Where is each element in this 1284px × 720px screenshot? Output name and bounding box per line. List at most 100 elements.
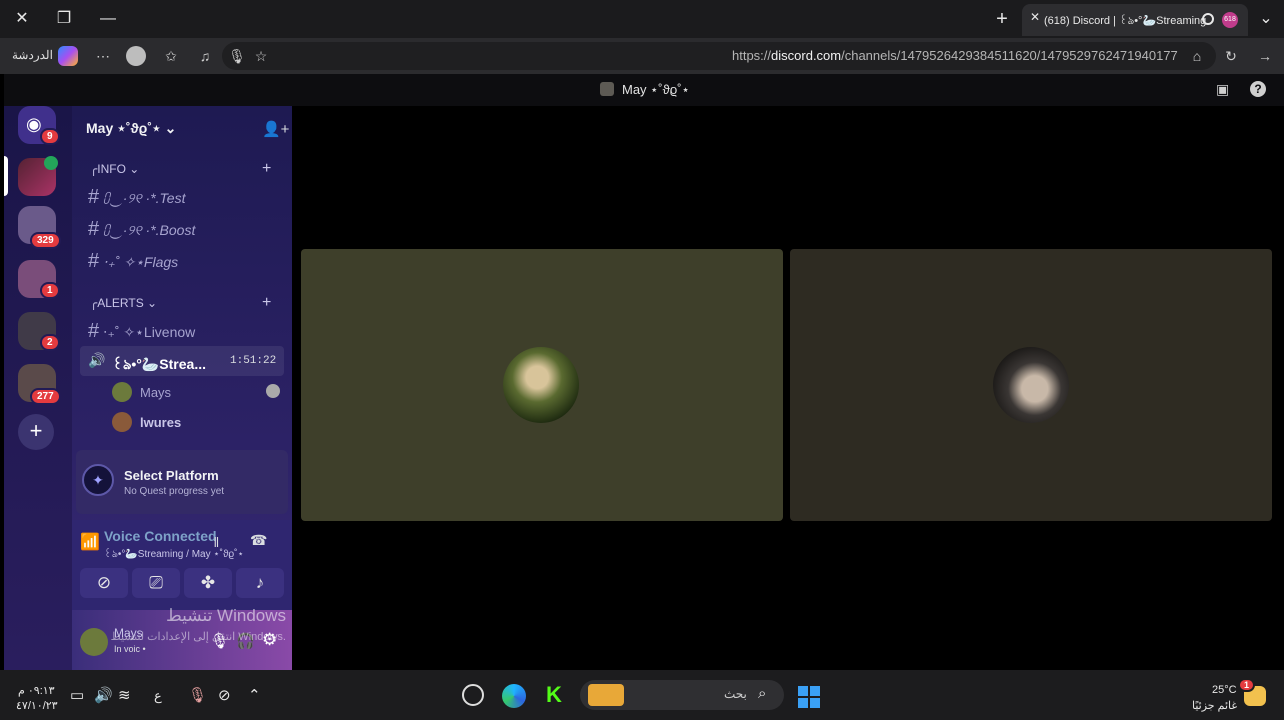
stream-status-icon <box>266 384 280 398</box>
server-folder-4[interactable]: 277 <box>18 364 61 405</box>
battery-icon[interactable]: ▭ <box>70 686 84 704</box>
search-icon: ⌕ <box>758 685 767 702</box>
server-folder-1[interactable]: 329 <box>18 206 61 249</box>
dm-badge: 9 <box>40 128 60 145</box>
chevron-down-icon[interactable]: ⌄ <box>1254 8 1278 30</box>
browser-address-bar: الدردشة ⋯ ✩ ♫ 🎙 ☆ https://discord.com/ch… <box>0 38 1284 74</box>
microphone-icon[interactable]: 🎙 <box>226 46 248 66</box>
copilot-label[interactable]: الدردشة <box>12 48 53 62</box>
taskbar-search[interactable]: بحث ⌕ <box>580 680 784 710</box>
selected-server-pill <box>4 156 8 196</box>
favorites-icon[interactable]: ✩ <box>160 46 182 66</box>
start-tile <box>798 686 808 696</box>
quest-panel[interactable]: ✦ Select Platform No Quest progress yet <box>76 450 288 514</box>
camera-off-icon[interactable]: ⊘ <box>218 686 231 704</box>
chevron-up-icon[interactable]: ⌃ <box>248 686 261 704</box>
server-badge: 329 <box>30 232 61 249</box>
participant-avatar <box>993 347 1069 423</box>
quest-title: Select Platform <box>124 468 219 483</box>
start-tile <box>810 698 820 708</box>
speaker-icon: 🔊 <box>88 352 106 368</box>
participant-tile-mays[interactable] <box>301 249 783 521</box>
kick-app-icon[interactable]: K <box>546 682 562 708</box>
add-channel-icon[interactable]: + <box>262 294 271 312</box>
refresh-icon[interactable]: ↻ <box>1220 46 1242 66</box>
profile-avatar[interactable] <box>126 46 146 66</box>
call-stage <box>292 106 1284 670</box>
screen-share-button[interactable]: ⎚ <box>132 568 180 598</box>
start-tile <box>810 686 820 696</box>
omnibox[interactable]: 🎙 ☆ https://discord.com/channels/1479526… <box>222 42 1216 70</box>
channel-boost[interactable]: # ⩇‿·୨୧ ·*.Boost <box>88 218 195 241</box>
add-channel-icon[interactable]: + <box>262 160 271 178</box>
weather-temp[interactable]: 25°C <box>1212 684 1237 696</box>
voice-connected-panel: 📶 Voice Connected ꒰ঌ•°🦢Streaming / May ⋆… <box>72 520 292 610</box>
close-window-icon[interactable]: ✕ <box>10 8 34 30</box>
discord-app: May ⋆˚ϑϱ˚⋆ ▣ ? ◉ 9 329 1 2 277 + May ⋆˚ϑ… <box>4 74 1284 670</box>
voice-channel-name: ꒰ঌ•°🦢Strea... <box>112 356 206 372</box>
microphone-in-use-icon[interactable]: 🎙 <box>188 686 207 704</box>
category-info[interactable]: ╭INFO ⌄ <box>90 162 139 176</box>
new-tab-icon[interactable]: + <box>990 8 1014 30</box>
add-server-icon[interactable]: + <box>18 414 54 450</box>
weather-desc: غائم جزئيًا <box>1192 700 1238 712</box>
voice-location[interactable]: ꒰ঌ•°🦢Streaming / May ⋆˚ϑϱ˚⋆ <box>104 547 244 564</box>
channel-flags[interactable]: # ‧₊˚ ✧⋆Flags <box>88 250 178 273</box>
media-icon[interactable]: ♫ <box>194 46 216 66</box>
soundboard-button[interactable]: ♪ <box>236 568 284 598</box>
server-badge: 2 <box>40 334 60 351</box>
invite-icon[interactable]: 👤+ <box>262 120 289 138</box>
close-tab-icon[interactable]: ✕ <box>1030 10 1040 24</box>
channel-sidebar: May ⋆˚ϑϱ˚⋆ ⌄ 👤+ ╭INFO ⌄ + # ⩇‿·୨୧ ·*.Tes… <box>72 106 292 670</box>
voice-timer: 1:51:22 <box>230 355 277 367</box>
copilot-icon[interactable] <box>58 46 78 66</box>
wifi-icon[interactable]: ≋ <box>118 686 131 704</box>
voice-channel-streaming[interactable]: 🔊 ꒰ঌ•°🦢Strea... 1:51:22 <box>80 346 284 376</box>
inbox-icon[interactable]: ▣ <box>1216 81 1229 98</box>
server-list: ◉ 9 329 1 2 277 + <box>4 106 72 670</box>
weather-badge: 1 <box>1238 678 1256 692</box>
activities-button[interactable]: ✤ <box>184 568 232 598</box>
language-indicator[interactable]: ع <box>154 688 162 704</box>
disconnect-icon[interactable]: ☎ <box>250 532 267 549</box>
voice-user-lwures[interactable]: lwures <box>112 412 284 434</box>
channel-test[interactable]: # ⩇‿·୨୧ ·*.Test <box>88 186 185 209</box>
lock-icon[interactable]: ⌂ <box>1186 46 1208 66</box>
user-status: In voic • <box>114 644 146 654</box>
clock-time[interactable]: ٠٩:١٣ م <box>18 684 55 697</box>
camera-off-button[interactable]: ⊘ <box>80 568 128 598</box>
start-button-icon[interactable] <box>798 686 820 708</box>
active-tab[interactable]: ✕ (618) Discord | ꒰ঌ•°🦢Streaming 618 <box>1022 4 1248 36</box>
server-folder-3[interactable]: 2 <box>18 312 60 351</box>
window-title: May ⋆˚ϑϱ˚⋆ <box>622 82 690 97</box>
clock-date[interactable]: ٤٧/١٠/٢٣ <box>16 699 58 712</box>
server-folder-2[interactable]: 1 <box>18 260 60 299</box>
tab-title: (618) Discord | ꒰ঌ•°🦢Streaming <box>1044 15 1206 27</box>
volume-icon[interactable]: 🔊 <box>94 686 113 704</box>
server-name[interactable]: May ⋆˚ϑϱ˚⋆ ⌄ <box>86 120 176 137</box>
edge-browser-icon[interactable] <box>502 684 526 708</box>
recording-app-icon[interactable] <box>462 684 484 706</box>
category-alerts[interactable]: ╭ALERTS ⌄ <box>90 296 157 310</box>
windows-taskbar: ٠٩:١٣ م ٤٧/١٠/٢٣ ▭ 🔊 ≋ ع 🎙 ⊘ ⌃ K بحث ⌕ 2… <box>0 670 1284 720</box>
voice-user-mays[interactable]: Mays <box>112 382 284 404</box>
discord-favicon: 618 <box>1222 12 1238 28</box>
channel-livenow[interactable]: # ‧₊˚ ✧⋆Livenow <box>88 320 195 343</box>
star-icon[interactable]: ☆ <box>250 46 272 66</box>
server-badge: 1 <box>40 282 60 299</box>
start-tile <box>798 698 808 708</box>
direct-messages-button[interactable]: ◉ 9 <box>18 106 60 145</box>
participant-tile-lwures[interactable] <box>790 249 1272 521</box>
activation-watermark-text: انتقل إلى الإعدادات لتنشيط Windows. <box>110 631 286 643</box>
signal-icon[interactable]: 📶 <box>80 532 100 552</box>
restore-window-icon[interactable]: ❐ <box>52 8 76 30</box>
noise-suppression-icon[interactable]: 𝍪 <box>214 532 219 556</box>
forward-icon[interactable]: → <box>1254 46 1276 66</box>
minimize-window-icon[interactable]: — <box>96 8 120 30</box>
record-icon <box>1202 13 1214 25</box>
search-placeholder: بحث <box>724 687 747 701</box>
more-options-icon[interactable]: ⋯ <box>92 46 114 66</box>
server-may[interactable] <box>18 156 58 196</box>
help-icon[interactable]: ? <box>1250 81 1266 97</box>
activation-watermark-title: تنشيط Windows <box>166 606 286 625</box>
